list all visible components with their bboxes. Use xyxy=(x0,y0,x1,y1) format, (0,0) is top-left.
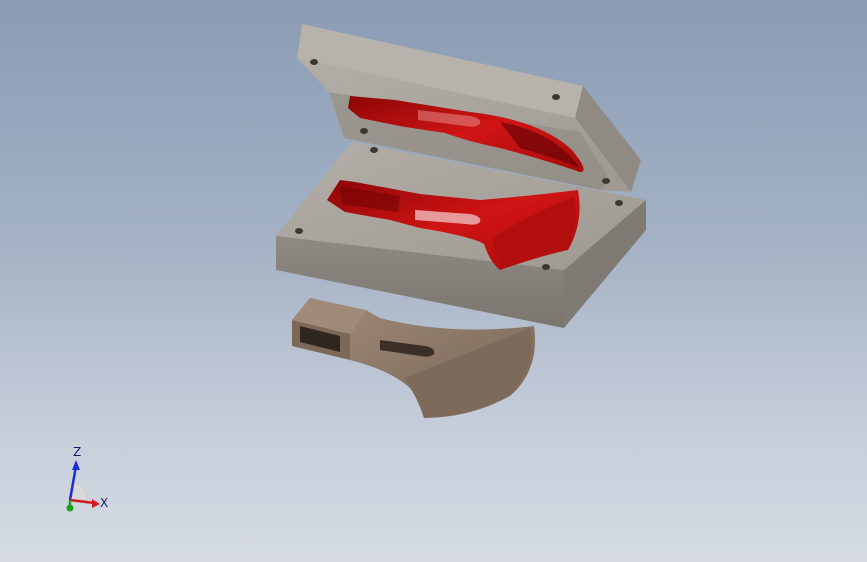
y-axis-end-icon xyxy=(66,504,74,512)
x-axis-label: X xyxy=(100,496,108,510)
lower-bolt-hole xyxy=(542,264,550,270)
upper-bolt-hole xyxy=(602,178,610,184)
x-axis-arrow-icon xyxy=(92,499,100,508)
axe-head-part[interactable] xyxy=(292,298,535,418)
graphics-viewport[interactable]: Z X xyxy=(0,0,867,562)
upper-bolt-hole xyxy=(310,59,318,65)
orientation-triad[interactable]: Z X xyxy=(50,440,130,520)
z-axis-label: Z xyxy=(73,445,81,459)
lower-bolt-hole xyxy=(295,228,303,234)
lower-bolt-hole xyxy=(370,147,378,153)
upper-bolt-hole xyxy=(552,94,560,100)
upper-bolt-hole xyxy=(360,128,368,134)
lower-bolt-hole xyxy=(615,200,623,206)
model-scene[interactable] xyxy=(0,0,867,562)
z-axis-arrow-icon xyxy=(72,460,80,470)
x-axis-line xyxy=(69,498,95,505)
